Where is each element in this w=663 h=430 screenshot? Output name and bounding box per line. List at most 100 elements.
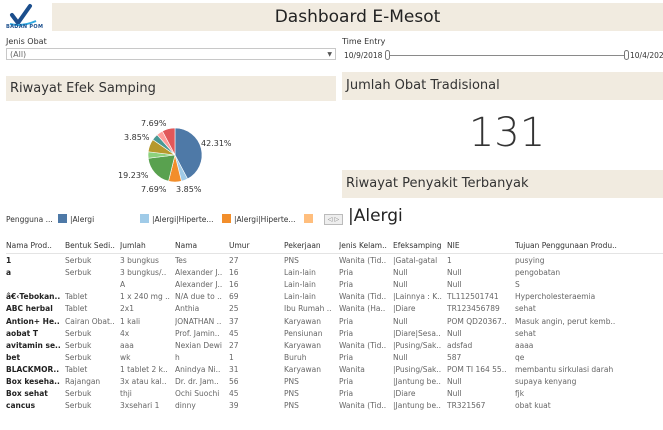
table-cell: 16 — [229, 280, 239, 290]
table-cell: 1 x 240 mg .. — [120, 292, 170, 302]
column-header[interactable]: Umur — [229, 240, 281, 252]
column-header[interactable]: Pekerjaan — [284, 240, 336, 252]
column-header[interactable]: Jumlah — [120, 240, 173, 252]
table-cell: supaya kenyang — [515, 377, 577, 386]
column-header[interactable]: Tujuan Penggunaan Produ.. — [515, 240, 663, 252]
table-cell: bet — [6, 352, 21, 362]
table-cell: S — [515, 280, 520, 290]
time-slider-end-handle[interactable] — [624, 50, 629, 60]
jenis-obat-label: Jenis Obat — [6, 37, 47, 46]
table-cell: Hypercholesteraemia — [515, 292, 596, 302]
table-cell: pengobatan — [515, 268, 561, 278]
table-cell: Null — [393, 352, 408, 362]
table-cell: 587 — [447, 352, 462, 362]
table-cell: sehat — [515, 304, 536, 314]
table-cell: Rajangan — [65, 377, 101, 386]
table-cell: 3x atau kal.. — [120, 377, 167, 386]
logo-text: BADAN POM — [6, 24, 44, 30]
column-header[interactable]: Bentuk Sedi.. — [65, 240, 118, 252]
table-cell: |Pusing/Sak.. — [393, 340, 442, 350]
table-cell: 39 — [229, 401, 239, 411]
table-row[interactable]: a Serbuk 3 bungkus/.. Alexander J.. 16 Lain-l… — [6, 267, 663, 279]
legend-swatch — [140, 214, 149, 223]
table-cell: aaa — [120, 340, 134, 350]
chevron-down-icon: ▼ — [327, 51, 332, 58]
table-cell: Anindya Ni.. — [175, 364, 221, 374]
table-row[interactable]: aobat T Serbuk 4x Prof. Jamin.. 45 Pensiunan P… — [6, 328, 663, 340]
column-header[interactable]: Nama Prod.. — [6, 240, 62, 252]
column-header[interactable]: Nama — [175, 240, 227, 252]
table-cell: JONATHAN .. — [175, 316, 222, 326]
legend-title: Pengguna ... — [6, 215, 53, 224]
table-row[interactable]: A Alexander J.. 16 Lain-lain Pria Null Null S — [6, 279, 663, 291]
table-cell: 1 kali — [120, 316, 141, 326]
time-slider-track[interactable] — [388, 55, 626, 56]
column-header[interactable]: Jenis Kelam.. — [339, 240, 391, 252]
time-slider-start-handle[interactable] — [385, 50, 390, 60]
title-bar: Dashboard E-Mesot — [52, 3, 663, 31]
table-row[interactable]: 1 Serbuk 3 bungkus Tes 27 PNS Wanita (Tid.. |Ga… — [6, 255, 663, 267]
table-row[interactable]: â€‹Tebokan.. Tablet 1 x 240 mg .. N/A due t… — [6, 291, 663, 303]
table-cell: Alexander J.. — [175, 280, 223, 290]
table-cell: Serbuk — [65, 328, 92, 338]
riwayat-penyakit-header: Riwayat Penyakit Terbanyak — [342, 170, 663, 198]
legend-item[interactable]: |Alergi — [58, 214, 94, 224]
table-cell: fjk — [515, 389, 525, 399]
page-title: Dashboard E-Mesot — [274, 7, 441, 27]
table-row[interactable]: avitamin se.. Serbuk aaa Nexian Dewi 27 Karya… — [6, 340, 663, 352]
column-header[interactable]: NIE — [447, 240, 513, 252]
table-row[interactable]: Antion+ He.. Cairan Obat.. 1 kali JONATHAN … — [6, 316, 663, 328]
table-cell: BLACKMOR.. — [6, 364, 60, 374]
table-cell: TL112501741 — [447, 292, 499, 302]
table-cell: 69 — [229, 292, 239, 302]
time-entry-end: 10/4/202 — [630, 51, 663, 60]
table-cell: Pria — [339, 316, 354, 326]
table-cell: Nexian Dewi — [175, 340, 222, 350]
jenis-obat-dropdown[interactable]: (All) ▼ — [6, 48, 336, 60]
table-cell: Wanita (Tid.. — [339, 401, 387, 411]
table-row[interactable]: Box sehat Serbuk thji Ochi Suochi 45 PNS Pria |… — [6, 388, 663, 400]
table-cell: aaaa — [515, 340, 534, 350]
table-cell: aobat T — [6, 328, 38, 338]
table-cell: N/A due to .. — [175, 292, 222, 302]
table-cell: Pria — [339, 377, 354, 386]
table-cell: |Diare — [393, 389, 416, 399]
table-cell: 1 tablet 2 k.. — [120, 364, 168, 374]
table-cell: 3 bungkus — [120, 256, 159, 265]
table-cell: Box keseha.. — [6, 377, 60, 386]
table-cell: Wanita (Ha.. — [339, 304, 386, 314]
legend-item[interactable]: |Alergi|Hiperte... — [222, 214, 296, 224]
efek-samping-pie-chart[interactable] — [140, 120, 210, 190]
column-header[interactable]: Efeksamping — [393, 240, 445, 252]
table-cell: 31 — [229, 364, 239, 374]
riwayat-penyakit-title: Riwayat Penyakit Terbanyak — [346, 176, 529, 191]
table-cell: Null — [447, 280, 462, 290]
table-row[interactable]: ABC herbal Tablet 2x1 Anthia 25 Ibu Rumah .. W… — [6, 303, 663, 315]
legend-item[interactable] — [304, 214, 316, 224]
table-cell: Tes — [175, 256, 187, 265]
table-cell: a — [6, 268, 12, 278]
table-row[interactable]: BLACKMOR.. Tablet 1 tablet 2 k.. Anindya Ni… — [6, 364, 663, 376]
table-cell: Null — [447, 328, 462, 338]
table-row[interactable]: bet Serbuk wk h 1 Buruh Pria Null 587 qe — [6, 352, 663, 364]
table-row[interactable]: Box keseha.. Rajangan 3x atau kal.. Dr. dr.… — [6, 376, 663, 388]
table-cell: Pria — [339, 328, 354, 338]
legend-scroll-button[interactable]: ◁ ▷ — [324, 214, 343, 225]
table-cell: Null — [447, 389, 462, 399]
table-cell: wk — [120, 352, 131, 362]
pie-label: 7.69% — [141, 119, 167, 128]
table-cell: |Lainnya : K.. — [393, 292, 442, 302]
table-cell: qe — [515, 352, 525, 362]
table-cell: Antion+ He.. — [6, 316, 60, 326]
table-header: Nama Prod.. Bentuk Sedi.. Jumlah Nama Umur Pe… — [6, 240, 663, 252]
pie-label: 3.85% — [124, 133, 150, 142]
legend-item[interactable]: |Alergi|Hiperte... — [140, 214, 214, 224]
legend-swatch — [222, 214, 231, 223]
table-cell: pusying — [515, 256, 545, 265]
table-cell: PNS — [284, 377, 299, 386]
table-cell: thji — [120, 389, 132, 399]
table-cell: |Diare|Sesa.. — [393, 328, 441, 338]
table-cell: 2x1 — [120, 304, 134, 314]
table-row[interactable]: cancus Serbuk 3xsehari 1 dinny 39 PNS Wanita (… — [6, 400, 663, 412]
table-cell: TR321567 — [447, 401, 486, 411]
